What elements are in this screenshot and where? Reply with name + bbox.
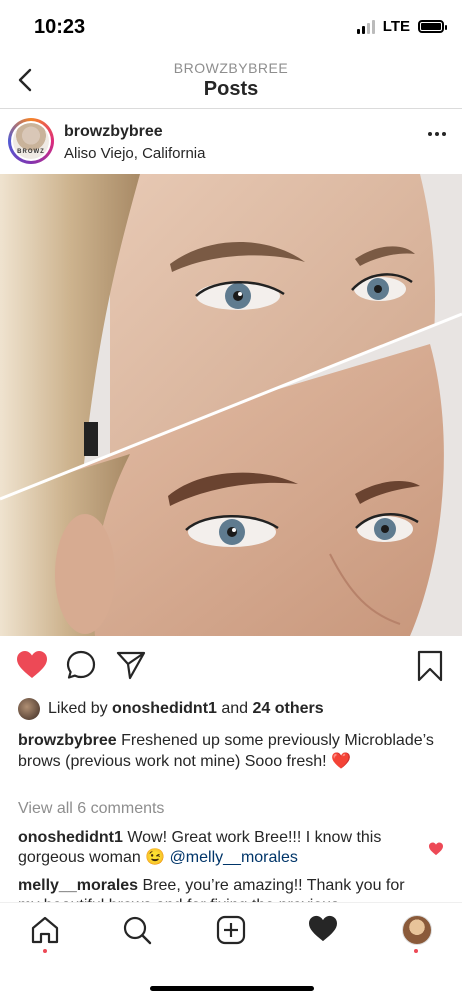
post-location[interactable]: Aliso Viejo, California [64,145,205,162]
liker-avatar [18,698,40,720]
signal-icon [356,19,375,34]
comment-mention[interactable]: @melly__morales [170,849,298,866]
liked-by-prefix: Liked by [48,700,113,717]
avatar-logo-text: BROWZ [17,149,45,155]
comment-item: onoshedidnt1 Wow! Great work Bree!!! I k… [18,828,418,868]
comment-username[interactable]: melly__morales [18,877,138,894]
profile-notification-dot [414,949,418,953]
share-icon[interactable] [116,650,146,685]
avatar[interactable]: BROWZ [8,118,54,164]
comment-item: melly__morales Bree, you’re amazing!! Th… [18,876,418,902]
heart-filled-icon[interactable] [16,650,48,685]
post-photo[interactable] [0,174,462,636]
likes-summary[interactable]: Liked by onoshedidnt1 and 24 others [18,696,324,722]
home-icon[interactable] [30,915,60,950]
liked-by-others[interactable]: 24 others [253,700,324,718]
status-bar: 10:23 LTE [0,0,462,56]
post-header: BROWZ browzbybree Aliso Viejo, Californi… [0,110,462,174]
caption-username[interactable]: browzbybree [18,732,117,749]
post-caption: browzbybree Freshened up some previously… [18,730,438,772]
view-all-comments-link[interactable]: View all 6 comments [18,800,164,818]
home-indicator [150,986,314,991]
network-label: LTE [382,18,410,35]
profile-avatar-icon[interactable] [402,915,432,945]
search-icon[interactable] [122,915,152,950]
liked-by-user[interactable]: onoshedidnt1 [112,700,217,718]
liked-by-and: and [216,700,253,717]
nav-bar: BROWZBYBREE Posts [0,56,462,109]
status-time: 10:23 [34,16,86,38]
add-post-icon[interactable] [216,915,246,950]
nav-subtitle: BROWZBYBREE [173,60,289,76]
activity-heart-icon[interactable] [308,915,338,948]
comment-username[interactable]: onoshedidnt1 [18,829,123,846]
comment-like-heart-icon[interactable] [428,842,444,861]
post-username[interactable]: browzbybree [64,123,163,141]
page-title: Posts [203,78,259,100]
battery-icon [418,20,447,33]
bookmark-icon[interactable] [416,650,444,687]
bottom-tab-bar [0,902,462,1001]
home-notification-dot [43,949,47,953]
post-actions [0,646,462,686]
comment-icon[interactable] [66,650,96,685]
more-dots-icon[interactable] [428,132,446,136]
